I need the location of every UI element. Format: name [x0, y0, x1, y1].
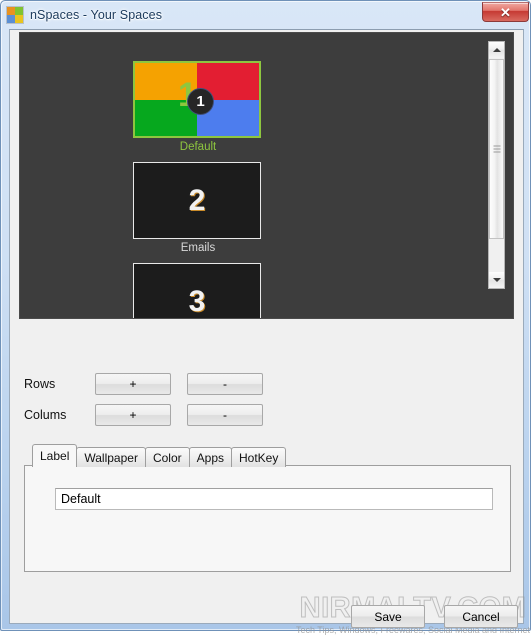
tab-color[interactable]: Color [144, 447, 190, 467]
space-thumbnail[interactable]: 2 [133, 162, 261, 239]
space-cell: 2 Emails [133, 162, 263, 255]
app-window: nSpaces - Your Spaces ✕ 11 Default 2 Emails… [0, 0, 531, 635]
rows-label: Rows [24, 377, 56, 391]
tab-apps[interactable]: Apps [188, 447, 232, 467]
rows-plus-button[interactable]: + [95, 373, 171, 395]
app-grid-icon [7, 7, 23, 23]
columns-control-row: Colums + - [10, 404, 279, 426]
window-title: nSpaces - Your Spaces [30, 8, 163, 22]
columns-plus-button[interactable]: + [95, 404, 171, 426]
spaces-grid: 11Default2Emails3Space 34Space 45Space 5… [133, 61, 403, 318]
columns-minus-button[interactable]: - [187, 404, 263, 426]
scroll-up-icon[interactable] [489, 42, 504, 58]
scrollbar-grip-icon [493, 144, 500, 155]
space-cell: 11 Default [133, 61, 263, 154]
tab-hotkey[interactable]: HotKey [231, 447, 287, 467]
rows-control-row: Rows + - [10, 373, 279, 395]
space-number: 2 [188, 183, 206, 217]
space-label: Emails [180, 242, 216, 254]
client-area: 11Default2Emails3Space 34Space 45Space 5… [9, 29, 530, 635]
space-number-circle-label: 1 [196, 92, 205, 110]
titlebar[interactable]: nSpaces - Your Spaces ✕ [1, 1, 531, 29]
tab-wallpaper[interactable]: Wallpaper [76, 447, 146, 467]
space-cell: 3Space 3 [133, 263, 263, 318]
space-number: 3 [188, 284, 206, 318]
spaces-panel: 11Default2Emails3Space 34Space 45Space 5… [19, 32, 514, 319]
space-thumbnail[interactable]: 11 [133, 61, 261, 138]
scroll-down-icon[interactable] [489, 272, 504, 288]
tab-label[interactable]: Label [32, 444, 78, 467]
save-button[interactable]: Save [351, 605, 425, 628]
space-thumbnail[interactable]: 3 [133, 263, 261, 318]
close-icon: ✕ [500, 4, 511, 20]
space-number-circle-icon: 1 [187, 87, 214, 115]
cancel-button[interactable]: Cancel [444, 605, 518, 628]
tab-panel-label [24, 465, 511, 572]
rows-minus-button[interactable]: - [187, 373, 263, 395]
spaces-scrollbar[interactable] [488, 41, 505, 289]
scrollbar-thumb[interactable] [489, 59, 504, 239]
columns-label: Colums [24, 408, 67, 422]
space-label-input[interactable] [55, 488, 493, 510]
close-button[interactable]: ✕ [482, 2, 529, 22]
space-label: Default [179, 141, 217, 153]
tab-strip: Label Wallpaper Color Apps HotKey [32, 444, 287, 467]
active-space-badge: 11 [174, 78, 220, 120]
